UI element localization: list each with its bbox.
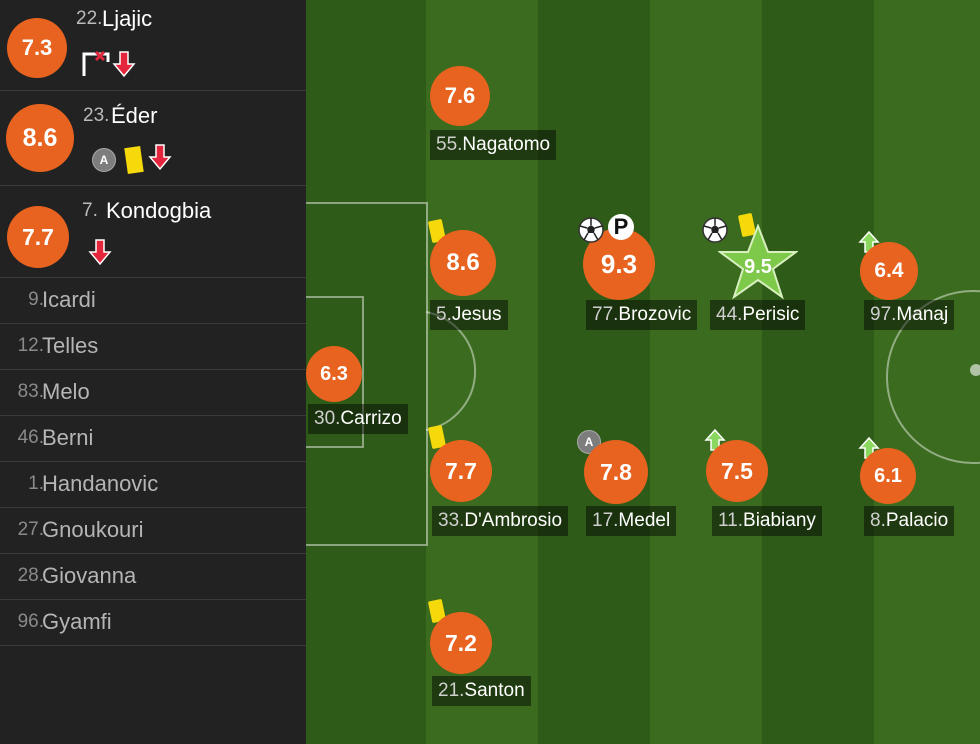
bench-row[interactable]: 28. Giovanna: [0, 554, 306, 600]
player-number: 28.: [17, 565, 44, 586]
player-number: 17.: [592, 510, 619, 531]
player-name: Nagatomo: [462, 134, 551, 155]
player-label: 5.Jesus: [430, 300, 508, 330]
player-label: 44.Perisic: [710, 300, 806, 330]
player-number: 23.: [83, 105, 110, 126]
player-name: Biabiany: [743, 510, 816, 531]
player-number: 7.: [82, 200, 98, 221]
player-name: Gyamfi: [42, 609, 112, 634]
yellow-card-icon: [124, 145, 144, 174]
bench-row[interactable]: 83. Melo: [0, 370, 306, 416]
player-label: 55.Nagatomo: [430, 130, 557, 160]
rating-badge: 8.6: [430, 230, 496, 296]
rating-badge: 9.5: [744, 256, 772, 278]
bench-row[interactable]: 27. Gnoukouri: [0, 508, 306, 554]
penalty-goal-icon: P: [608, 214, 634, 240]
player-label: 21.Santon: [432, 676, 531, 706]
player-name: Icardi: [42, 287, 96, 312]
player-label: 8.Palacio: [864, 506, 955, 536]
player-number: 12.: [17, 335, 44, 356]
player-label: 30.Carrizo: [308, 404, 408, 434]
player-number: 96.: [17, 611, 44, 632]
sub-off-arrow-icon: [88, 238, 112, 271]
player-label: 33.D'Ambrosio: [432, 506, 569, 536]
player-label: 97.Manaj: [864, 300, 955, 330]
player-number: 55.: [436, 134, 463, 155]
player-name: Medel: [618, 510, 671, 531]
player-name: Kondogbia: [106, 198, 212, 223]
player-number: 30.: [314, 408, 341, 429]
player-number: 22.: [76, 8, 103, 29]
player-number: 44.: [716, 304, 743, 325]
bench-row[interactable]: 9. Icardi: [0, 278, 306, 324]
player-name: Telles: [42, 333, 99, 358]
player-name: Giovanna: [42, 563, 137, 588]
player-number: 83.: [17, 381, 44, 402]
bench-row[interactable]: 96. Gyamfi: [0, 600, 306, 646]
sub-off-arrow-icon: [112, 50, 136, 83]
player-name: Carrizo: [340, 408, 402, 429]
player-name: Santon: [464, 680, 525, 701]
rating-badge: 7.7: [7, 206, 69, 268]
rating-badge: 6.4: [860, 242, 918, 300]
substitute-row[interactable]: 7.7 7. Kondogbia: [0, 186, 306, 278]
player-number: 33.: [438, 510, 465, 531]
goal-icon: [577, 216, 605, 249]
rating-badge: 7.7: [430, 440, 492, 502]
substitutes-panel: 7.3 22. Ljajic 8.6 23. Éder A 7.7 7. Kon…: [0, 0, 306, 744]
player-number: 27.: [17, 519, 44, 540]
pitch: 7.6 55.Nagatomo 8.6 5.Jesus 9.3 P 77.Bro…: [306, 0, 980, 744]
rating-badge: 6.1: [860, 448, 916, 504]
bench-row[interactable]: 12. Telles: [0, 324, 306, 370]
player-name: Jesus: [451, 304, 502, 325]
bench-row[interactable]: 1. Handanovic: [0, 462, 306, 508]
center-spot: [970, 364, 980, 376]
rating-badge: 6.3: [306, 346, 362, 402]
rating-badge: 7.5: [706, 440, 768, 502]
player-name: Manaj: [896, 304, 949, 325]
player-number: 97.: [870, 304, 897, 325]
player-number: 11.: [718, 510, 744, 531]
player-number: 8.: [870, 510, 886, 531]
player-name: Palacio: [885, 510, 949, 531]
player-number: 5.: [436, 304, 452, 325]
player-label: 17.Medel: [586, 506, 677, 536]
player-name: Brozovic: [618, 304, 692, 325]
rating-badge: 7.8: [584, 440, 648, 504]
sub-off-arrow-icon: [148, 143, 172, 176]
player-number: 46.: [17, 427, 44, 448]
player-name: Handanovic: [42, 471, 159, 496]
rating-badge: 7.6: [430, 66, 490, 126]
player-name: Ljajic: [102, 6, 153, 31]
rating-badge: 7.2: [430, 612, 492, 674]
player-name: Éder: [111, 103, 158, 128]
substitute-row[interactable]: 8.6 23. Éder A: [0, 91, 306, 186]
player-label: 11.Biabiany: [712, 506, 822, 536]
player-name: Gnoukouri: [42, 517, 144, 542]
player-number: 77.: [592, 304, 619, 325]
player-name: D'Ambrosio: [464, 510, 563, 531]
rating-badge: 7.3: [7, 18, 67, 78]
player-name: Melo: [42, 379, 90, 404]
bench-row[interactable]: 46. Berni: [0, 416, 306, 462]
player-name: Perisic: [742, 304, 800, 325]
rating-badge: 8.6: [6, 104, 74, 172]
player-name: Berni: [42, 425, 94, 450]
substitute-row[interactable]: 7.3 22. Ljajic: [0, 0, 306, 91]
player-number: 21.: [438, 680, 465, 701]
missed-penalty-icon: [82, 50, 112, 83]
player-label: 77.Brozovic: [586, 300, 698, 330]
assist-icon: A: [92, 147, 116, 172]
